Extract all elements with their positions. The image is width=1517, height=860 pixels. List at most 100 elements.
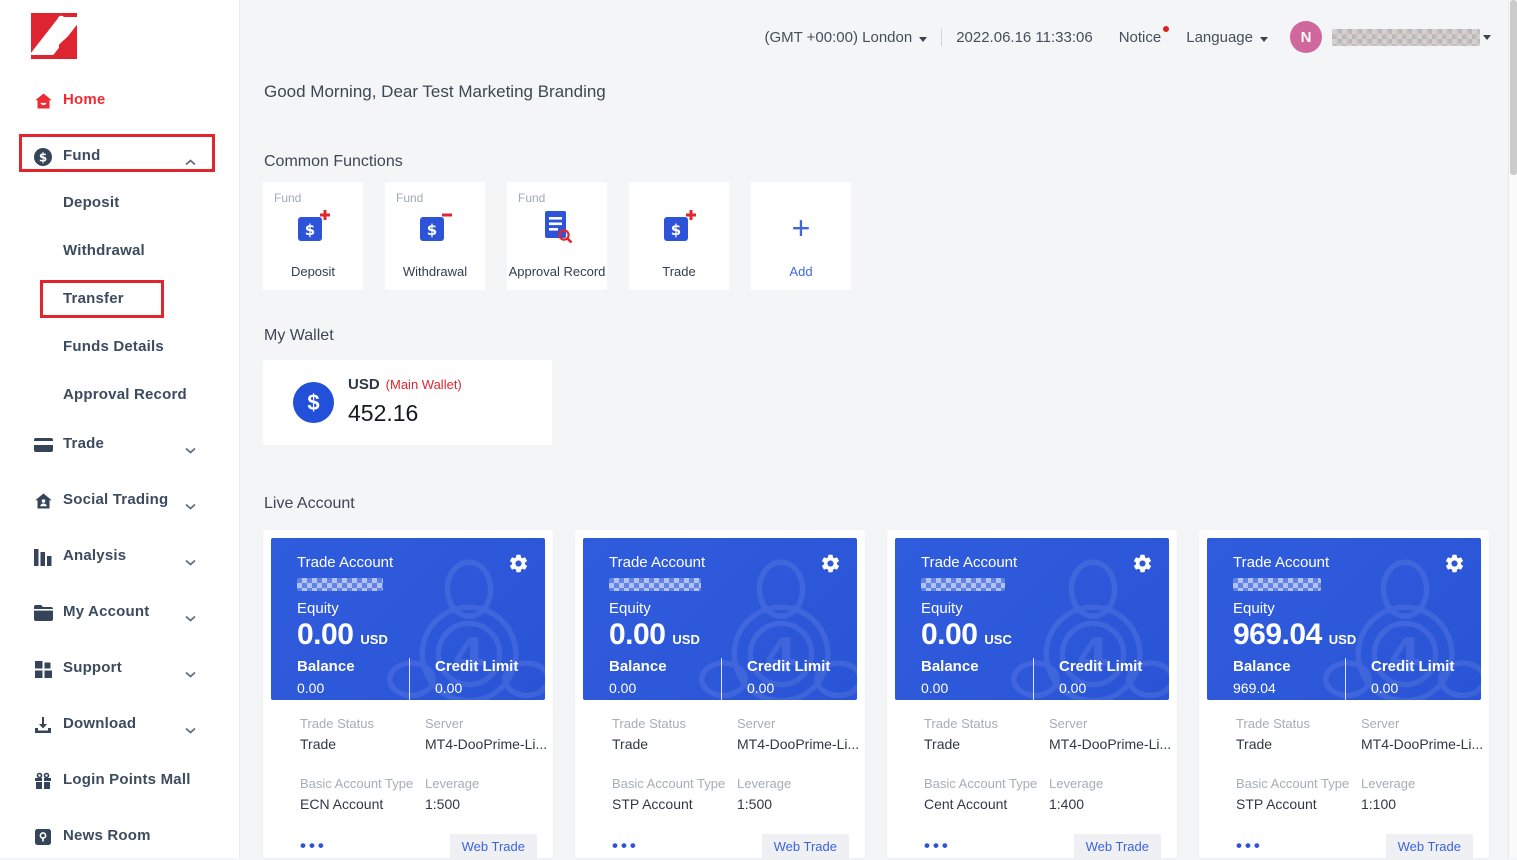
account-summary-panel: 4 Trade Account Equity 0.00USD Balance 0… (271, 538, 545, 700)
svg-text:$: $ (39, 151, 47, 165)
username-redacted (1332, 29, 1480, 46)
language-selector[interactable]: Language (1186, 29, 1268, 46)
credit-limit-value: 0.00 (747, 680, 830, 696)
balance-label: Balance (1233, 658, 1345, 675)
common-function-withdrawal[interactable]: Fund $ Withdrawal (385, 182, 485, 290)
live-account-card: 4 Trade Account Equity 0.00USC Balance 0… (887, 530, 1177, 858)
more-actions-button[interactable]: ••• (612, 836, 639, 856)
account-type-value: ECN Account (300, 796, 383, 812)
trade-icon: $ (661, 210, 697, 247)
sidebar-item-support[interactable]: Support (0, 654, 240, 684)
sidebar-item-deposit[interactable]: Deposit (0, 189, 240, 219)
equity-value: 0.00 (921, 618, 977, 651)
live-account-card: 4 Trade Account Equity 0.00USD Balance 0… (263, 530, 553, 858)
account-type-value: STP Account (612, 796, 693, 812)
more-actions-button[interactable]: ••• (300, 836, 327, 856)
leverage-value: 1:500 (737, 796, 772, 812)
more-actions-button[interactable]: ••• (1236, 836, 1263, 856)
balance-label: Balance (921, 658, 1033, 675)
trade-account-title: Trade Account (297, 554, 393, 571)
web-trade-button[interactable]: Web Trade (450, 834, 537, 860)
sidebar-item-login-points-mall[interactable]: Login Points Mall (0, 766, 240, 796)
divider (1345, 658, 1346, 700)
main-wallet-tag: (Main Wallet) (386, 377, 462, 392)
sidebar-item-home[interactable]: Home (0, 86, 240, 116)
web-trade-button[interactable]: Web Trade (1074, 834, 1161, 860)
web-trade-button[interactable]: Web Trade (762, 834, 849, 860)
divider (721, 658, 722, 700)
scrollbar[interactable] (1508, 0, 1517, 858)
equity-label: Equity (609, 600, 651, 617)
notice-link[interactable]: Notice (1119, 29, 1162, 46)
account-summary-panel: 4 Trade Account Equity 969.04USD Balance… (1207, 538, 1481, 700)
sidebar-item-transfer[interactable]: Transfer (0, 285, 240, 315)
leverage-label: Leverage (1049, 776, 1103, 791)
equity-value: 969.04 (1233, 618, 1322, 651)
chevron-down-icon (185, 665, 196, 683)
gear-icon[interactable] (1132, 553, 1153, 574)
sidebar: Home $ Fund Deposit Withdrawal Transfer … (0, 0, 240, 858)
approval-record-icon (539, 210, 575, 249)
chevron-down-icon (185, 497, 196, 515)
dollar-circle-icon: $ (33, 147, 53, 167)
credit-limit-label: Credit Limit (1371, 658, 1454, 675)
sidebar-item-my-account[interactable]: My Account (0, 598, 240, 628)
sidebar-item-download[interactable]: Download (0, 710, 240, 740)
trade-account-title: Trade Account (1233, 554, 1329, 571)
divider (409, 658, 410, 700)
dooprime-logo[interactable] (31, 13, 77, 59)
sidebar-item-funds-details[interactable]: Funds Details (0, 333, 240, 363)
avatar[interactable]: N (1290, 21, 1322, 53)
sidebar-item-analysis[interactable]: Analysis (0, 542, 240, 572)
equity-currency: USD (1329, 632, 1356, 647)
credit-limit-value: 0.00 (435, 680, 518, 696)
chevron-down-icon (185, 553, 196, 571)
chevron-up-icon (185, 153, 196, 171)
common-function-deposit[interactable]: Fund $ Deposit (263, 182, 363, 290)
account-type-label: Basic Account Type (300, 776, 413, 791)
sidebar-item-approval-record[interactable]: Approval Record (0, 381, 240, 411)
leverage-value: 1:400 (1049, 796, 1084, 812)
leverage-label: Leverage (737, 776, 791, 791)
trade-status-label: Trade Status (1236, 716, 1310, 731)
common-function-approval-record[interactable]: Fund Approval Record (507, 182, 607, 290)
equity-label: Equity (921, 600, 963, 617)
sidebar-item-withdrawal[interactable]: Withdrawal (0, 237, 240, 267)
wallet-currency: USD (348, 376, 380, 393)
balance-value: 0.00 (609, 680, 721, 696)
chevron-down-icon (185, 441, 196, 459)
section-title-my-wallet: My Wallet (264, 327, 334, 345)
account-number-redacted (1233, 578, 1321, 591)
equity-value: 0.00 (297, 618, 353, 651)
section-title-live-account: Live Account (264, 495, 355, 513)
credit-card-icon (33, 435, 53, 455)
gear-icon[interactable] (820, 553, 841, 574)
news-badge-icon (33, 827, 53, 847)
caret-down-icon[interactable] (1483, 35, 1491, 40)
wallet-card[interactable]: $ USD(Main Wallet) 452.16 (263, 360, 552, 445)
grid-icon (33, 659, 53, 679)
sidebar-item-trade[interactable]: Trade (0, 430, 240, 460)
withdrawal-icon: $ (417, 210, 453, 247)
trade-account-title: Trade Account (609, 554, 705, 571)
datetime-text: 2022.06.16 11:33:06 (956, 29, 1093, 46)
trade-account-title: Trade Account (921, 554, 1017, 571)
more-actions-button[interactable]: ••• (924, 836, 951, 856)
credit-limit-label: Credit Limit (435, 658, 518, 675)
divider (1033, 658, 1034, 700)
trade-status-value: Trade (924, 736, 960, 752)
web-trade-button[interactable]: Web Trade (1386, 834, 1473, 860)
timezone-selector[interactable]: (GMT +00:00) London (764, 29, 927, 46)
account-number-redacted (297, 578, 383, 591)
gear-icon[interactable] (1444, 553, 1465, 574)
account-summary-panel: 4 Trade Account Equity 0.00USD Balance 0… (583, 538, 857, 700)
account-number-redacted (921, 578, 1005, 591)
add-function-card[interactable]: + Add (751, 182, 851, 290)
sidebar-item-fund[interactable]: $ Fund (0, 142, 240, 172)
gear-icon[interactable] (508, 553, 529, 574)
common-function-trade[interactable]: $ Trade (629, 182, 729, 290)
scrollbar-thumb[interactable] (1510, 0, 1517, 175)
sidebar-item-news-room[interactable]: News Room (0, 822, 240, 852)
sidebar-item-social-trading[interactable]: Social Trading (0, 486, 240, 516)
section-title-common-functions: Common Functions (264, 153, 403, 171)
